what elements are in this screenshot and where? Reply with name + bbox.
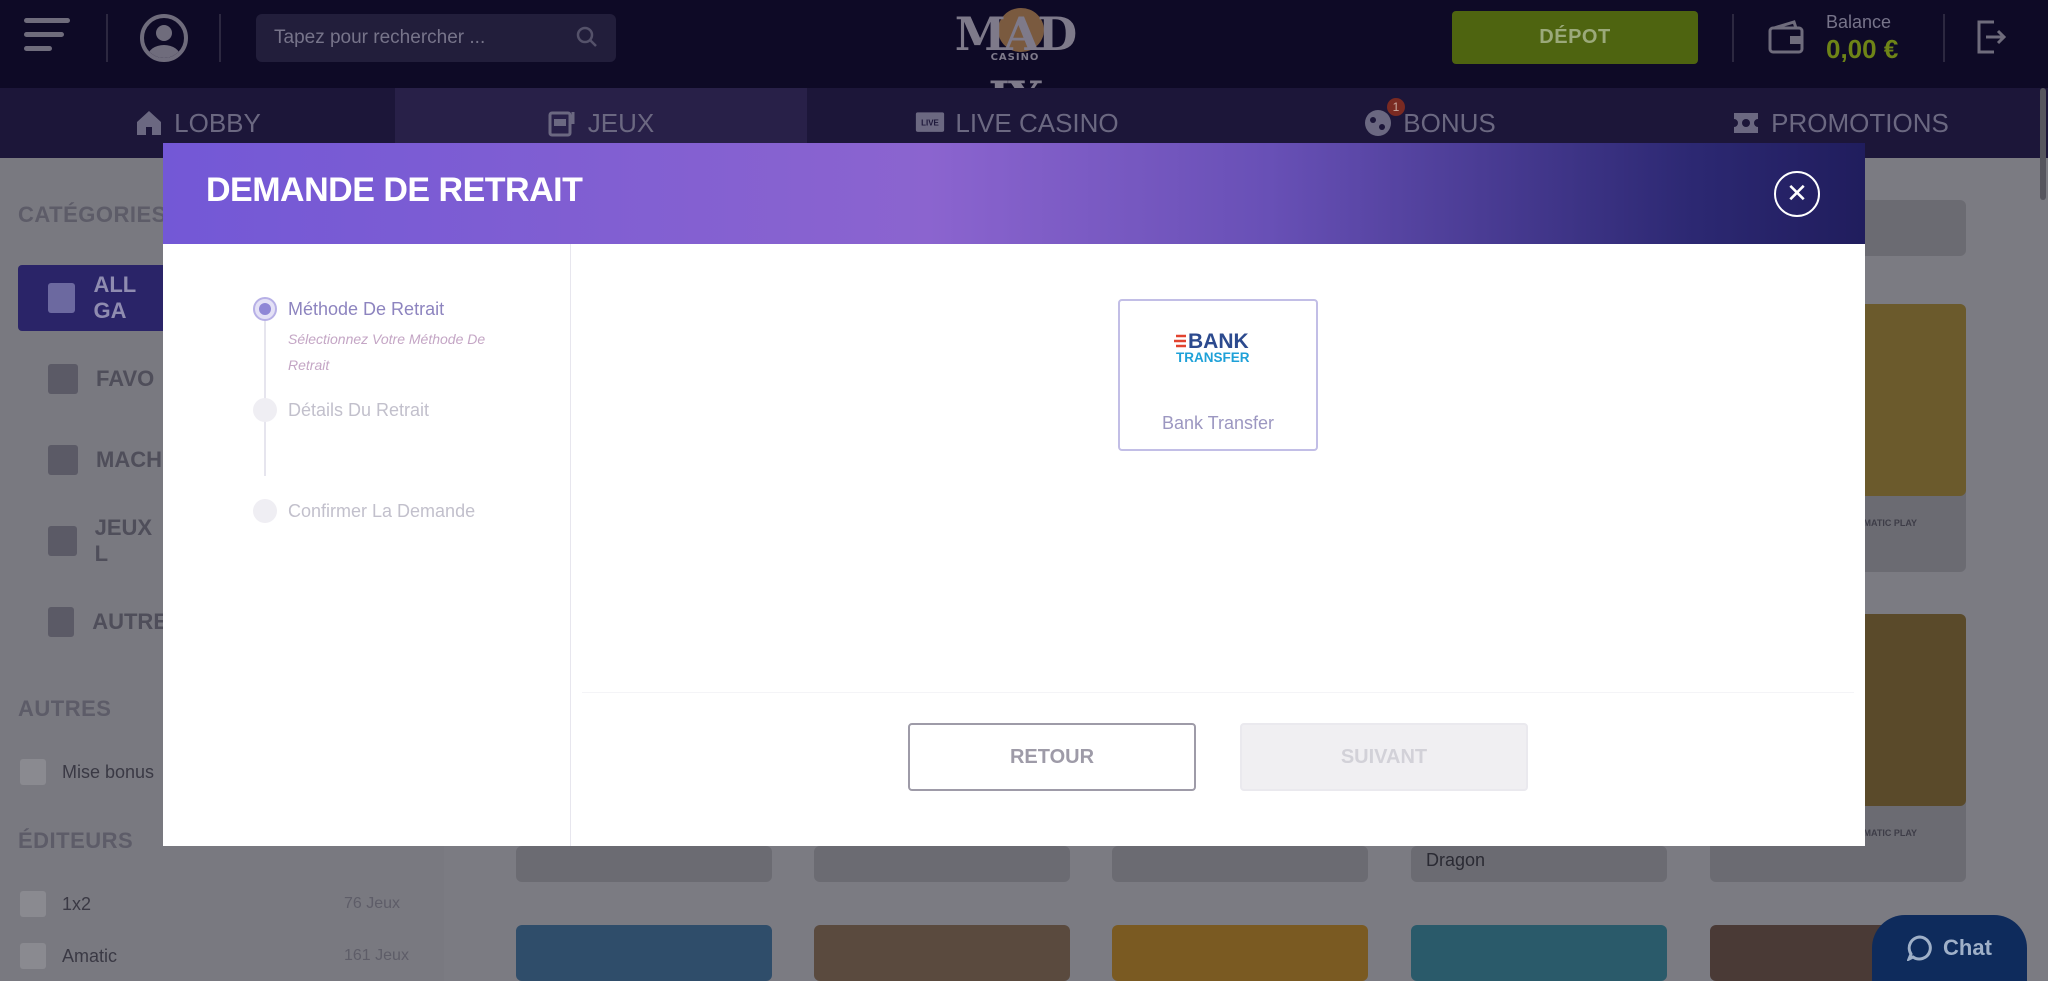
- chat-button[interactable]: Chat: [1872, 915, 2027, 981]
- nav-label: BONUS: [1403, 107, 1496, 138]
- editor-checkbox[interactable]: [20, 891, 46, 917]
- cards-icon: [48, 526, 77, 556]
- step-label-confirm: Confirmer La Demande: [288, 501, 476, 521]
- balance-label: Balance: [1826, 12, 1892, 32]
- editor-count: 161 Jeux: [344, 947, 409, 964]
- ticket-icon: [1734, 113, 1759, 133]
- payment-method-card[interactable]: BANK TRANSFER Bank Transfer: [1118, 299, 1318, 451]
- category-label: AUTRE: [92, 609, 168, 634]
- bank-transfer-logo: BANK TRANSFER: [1174, 330, 1250, 365]
- svg-text:LIVE: LIVE: [922, 119, 940, 128]
- chat-label: Chat: [1943, 935, 1992, 960]
- divider: [582, 692, 1854, 693]
- game-thumbnail[interactable]: [516, 925, 772, 981]
- chat-bubble-icon: [1907, 935, 1932, 961]
- editors-title: ÉDITEURS: [18, 828, 134, 853]
- category-label: FAVO: [96, 366, 155, 391]
- category-all[interactable]: ALL GA: [18, 265, 168, 331]
- bonus-checkbox[interactable]: [20, 759, 46, 785]
- payment-method-label: Bank Transfer: [1161, 413, 1275, 433]
- editor-name: Amatic: [62, 946, 118, 966]
- game-card[interactable]: [1112, 846, 1368, 882]
- categories-title: CATÉGORIES: [18, 202, 167, 227]
- slot-machine-icon: [48, 445, 78, 475]
- step-label-details: Détails Du Retrait: [288, 400, 430, 420]
- divider: [1943, 14, 1945, 62]
- close-icon[interactable]: ✕: [1774, 171, 1820, 217]
- category-table-games[interactable]: JEUX L: [18, 508, 168, 574]
- step-indicator-active: [253, 297, 277, 321]
- category-machines[interactable]: MACH: [18, 427, 168, 493]
- game-title: Dragon: [1426, 850, 1486, 870]
- balance-value: 0,00 €: [1826, 34, 1899, 64]
- step-sublabel: Sélectionnez Votre Méthode De Retrait: [288, 331, 486, 373]
- category-label: ALL GA: [93, 272, 136, 323]
- step-indicator: [253, 499, 277, 523]
- live-icon: LIVE: [916, 112, 945, 132]
- editor-count: 76 Jeux: [344, 895, 401, 912]
- star-icon: [48, 364, 78, 394]
- withdrawal-modal: DEMANDE DE RETRAIT ✕ Méthode De Retrait …: [163, 143, 1865, 846]
- bonus-checkbox-label: Mise bonus: [62, 762, 155, 782]
- method-selection-panel: BANK TRANSFER Bank Transfer RETOUR SUIVA…: [572, 244, 1865, 846]
- game-thumbnail[interactable]: [1411, 925, 1667, 981]
- modal-title: DEMANDE DE RETRAIT: [206, 171, 583, 209]
- casino-logo[interactable]: MAD IX CASINO: [930, 2, 1100, 125]
- step-indicator: [253, 398, 277, 422]
- bank-logo-line2: TRANSFER: [1176, 350, 1250, 365]
- page-scrollbar[interactable]: [2040, 88, 2046, 200]
- nav-label: JEUX: [587, 107, 655, 138]
- deposit-button[interactable]: DÉPOT: [1452, 11, 1698, 64]
- divider: [1732, 14, 1734, 62]
- grid-icon: [48, 283, 76, 313]
- bonus-badge: 1: [1387, 98, 1405, 116]
- category-favorites[interactable]: FAVO: [18, 346, 168, 412]
- wallet-icon: [1768, 20, 1804, 54]
- category-label: MACH: [96, 447, 162, 472]
- divider: [106, 14, 108, 62]
- step-label-method: Méthode De Retrait: [288, 299, 445, 319]
- menu-icon[interactable]: [24, 18, 72, 58]
- slot-machine-icon: [548, 111, 575, 137]
- logo-subtitle: CASINO: [990, 52, 1040, 63]
- game-thumbnail[interactable]: [814, 925, 1070, 981]
- top-header: MAD IX CASINO DÉPOT Balance 0,00 €: [0, 0, 2048, 125]
- game-thumbnail[interactable]: [1112, 925, 1368, 981]
- nav-label: PROMOTIONS: [1771, 107, 1949, 138]
- nav-label: LIVE CASINO: [955, 107, 1119, 138]
- search-input[interactable]: [256, 14, 616, 62]
- modal-header: DEMANDE DE RETRAIT ✕: [163, 143, 1865, 244]
- user-avatar-icon[interactable]: [140, 14, 188, 62]
- nav-label: LOBBY: [174, 107, 261, 138]
- category-others[interactable]: AUTRE: [18, 589, 168, 655]
- back-button[interactable]: RETOUR: [908, 723, 1196, 791]
- divider: [219, 14, 221, 62]
- category-label: JEUX L: [94, 515, 153, 566]
- next-button[interactable]: SUIVANT: [1240, 723, 1528, 791]
- game-card[interactable]: [516, 846, 772, 882]
- steps-panel: Méthode De Retrait Sélectionnez Votre Mé…: [163, 244, 571, 846]
- home-icon: [137, 111, 162, 135]
- others-title: AUTRES: [18, 696, 112, 721]
- game-card[interactable]: [814, 846, 1070, 882]
- search-icon[interactable]: [576, 26, 598, 48]
- grid-icon: [48, 607, 75, 637]
- editor-name: 1x2: [62, 894, 92, 914]
- editor-checkbox[interactable]: [20, 943, 46, 969]
- logout-icon[interactable]: [1976, 20, 2006, 54]
